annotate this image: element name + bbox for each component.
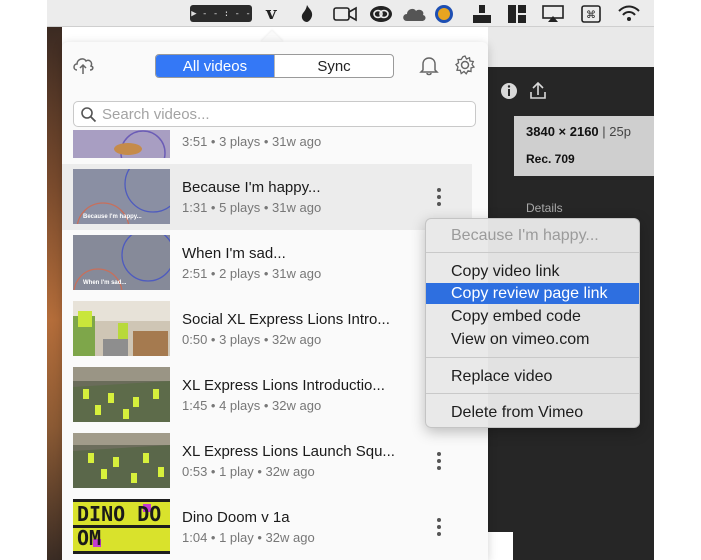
background-image — [47, 27, 62, 560]
resolution-label: 3840 × 2160 | 25p — [526, 124, 631, 139]
keyboard-icon[interactable]: ⌘ — [581, 4, 601, 23]
video-title: XL Express Lions Introductio... — [182, 377, 385, 394]
video-meta: 3:51 • 3 plays • 31w ago — [182, 134, 322, 149]
screen: ▶ - - : - - v ⌘ 3840 × 2160 | 25p Rec. 7… — [0, 0, 701, 560]
video-meta: 1:31 • 5 plays • 31w ago — [182, 200, 322, 215]
wifi-icon[interactable] — [617, 4, 641, 23]
menu-item-copy-video-link[interactable]: Copy video link — [426, 261, 639, 282]
thumbnail-caption: Because I'm happy... — [83, 214, 142, 220]
timer-widget[interactable]: ▶ - - : - - — [190, 5, 252, 22]
video-title: Dino Doom v 1a — [182, 509, 290, 526]
video-row[interactable]: Because I'm happy... Because I'm happy..… — [62, 164, 472, 230]
usb-icon[interactable] — [472, 4, 492, 23]
video-row[interactable]: XL Express Lions Introductio... 1:45 • 4… — [62, 362, 472, 428]
menu-separator — [426, 252, 639, 253]
menu-item-copy-review-page-link[interactable]: Copy review page link — [426, 283, 639, 304]
thumbnail-caption: DINO DOOM — [77, 502, 162, 550]
video-thumbnail: Because I'm happy... — [73, 169, 170, 224]
video-title: When I'm sad... — [182, 245, 286, 262]
upload-cloud-icon[interactable] — [72, 54, 94, 76]
video-meta: 2:51 • 2 plays • 31w ago — [182, 266, 322, 281]
share-icon[interactable] — [528, 81, 548, 105]
context-menu: Because I'm happy... Copy video link Cop… — [425, 218, 640, 428]
menu-item-header: Because I'm happy... — [451, 227, 599, 244]
popover-header: All videos Sync — [62, 42, 488, 94]
airplay-icon[interactable] — [542, 4, 564, 23]
menu-separator — [426, 393, 639, 394]
view-segmented-control: All videos Sync — [155, 54, 394, 78]
tab-sync[interactable]: Sync — [274, 55, 393, 77]
search-input[interactable] — [102, 104, 468, 124]
video-thumbnail — [73, 367, 170, 422]
video-row[interactable]: When I'm sad... When I'm sad... 2:51 • 2… — [62, 230, 472, 296]
menu-item-delete-from-vimeo[interactable]: Delete from Vimeo — [426, 402, 639, 423]
svg-text:⌘: ⌘ — [586, 10, 596, 21]
more-options-icon[interactable] — [431, 450, 447, 474]
video-title: Social XL Express Lions Intro... — [182, 311, 390, 328]
video-thumbnail — [73, 433, 170, 488]
video-thumbnail — [73, 130, 170, 158]
color-space-label: Rec. 709 — [526, 152, 575, 166]
video-title: Because I'm happy... — [182, 179, 321, 196]
camera-icon[interactable] — [333, 4, 357, 23]
video-row[interactable]: 3:51 • 3 plays • 31w ago — [62, 130, 472, 164]
search-box — [73, 101, 476, 127]
menu-item-replace-video[interactable]: Replace video — [426, 366, 639, 387]
video-row[interactable]: XL Express Lions Launch Squ... 0:53 • 1 … — [62, 428, 472, 494]
video-title: XL Express Lions Launch Squ... — [182, 443, 395, 460]
bell-icon[interactable] — [418, 54, 440, 76]
thumbnail-caption: When I'm sad... — [83, 280, 127, 286]
creative-cloud-icon[interactable] — [369, 4, 393, 23]
menu-item-view-on-vimeo[interactable]: View on vimeo.com — [426, 329, 639, 350]
cloud-icon[interactable] — [401, 4, 427, 23]
search-icon — [80, 106, 97, 123]
video-meta: 0:53 • 1 play • 32w ago — [182, 464, 315, 479]
flame-icon[interactable] — [301, 4, 313, 23]
video-thumbnail: When I'm sad... — [73, 235, 170, 290]
grid-icon[interactable] — [508, 4, 526, 23]
video-row[interactable]: DINO DOOM Dino Doom v 1a 1:04 • 1 play •… — [62, 494, 472, 560]
video-meta: 0:50 • 3 plays • 32w ago — [182, 332, 322, 347]
video-thumbnail — [73, 301, 170, 356]
background-gap — [488, 532, 513, 560]
background-app-toolbar — [488, 27, 654, 67]
video-thumbnail: DINO DOOM — [73, 499, 170, 554]
record-icon[interactable] — [434, 4, 454, 23]
video-row[interactable]: Social XL Express Lions Intro... 0:50 • … — [62, 296, 472, 362]
info-icon[interactable] — [500, 82, 518, 105]
menu-item-copy-embed-code[interactable]: Copy embed code — [426, 306, 639, 327]
video-meta: 1:45 • 4 plays • 32w ago — [182, 398, 322, 413]
format-info-box: 3840 × 2160 | 25p Rec. 709 — [514, 116, 654, 176]
details-label: Details — [526, 201, 563, 215]
more-options-icon[interactable] — [431, 186, 447, 210]
vimeo-icon[interactable]: v — [266, 3, 276, 24]
menu-bar: ▶ - - : - - v ⌘ — [47, 0, 654, 27]
gear-icon[interactable] — [454, 54, 476, 76]
video-meta: 1:04 • 1 play • 32w ago — [182, 530, 315, 545]
menu-separator — [426, 357, 639, 358]
tab-all-videos[interactable]: All videos — [156, 55, 274, 77]
more-options-icon[interactable] — [431, 516, 447, 540]
